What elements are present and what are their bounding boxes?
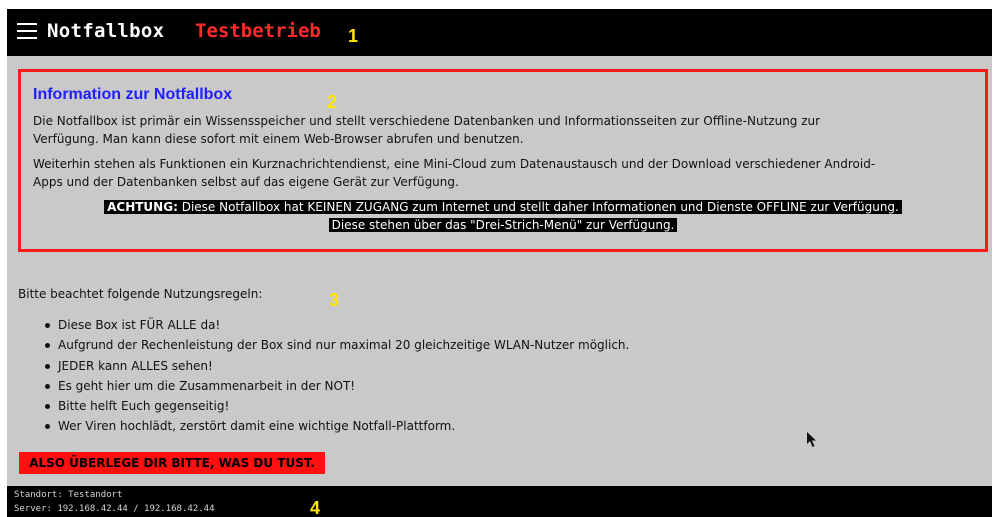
info-paragraph-1-line-1: Die Notfallbox ist primär ein Wissensspe… bbox=[33, 114, 821, 128]
rules-intro: Bitte beachtet folgende Nutzungsregeln: bbox=[18, 287, 263, 301]
list-item: Es geht hier um die Zusammenarbeit in de… bbox=[44, 376, 629, 396]
list-item: Bitte helft Euch gegenseitig! bbox=[44, 396, 629, 416]
page: Notfallbox Testbetrieb 1 Information zur… bbox=[7, 9, 992, 517]
offline-notice: ACHTUNG: Diese Notfallbox hat KEINEN ZUG… bbox=[21, 199, 985, 216]
top-bar: Notfallbox Testbetrieb 1 bbox=[7, 9, 992, 56]
info-paragraph-1: Die Notfallbox ist primär ein Wissensspe… bbox=[33, 113, 973, 148]
list-item: Diese Box ist FÜR ALLE da! bbox=[44, 315, 629, 335]
marker-2: 2 bbox=[327, 92, 338, 112]
list-item: Wer Viren hochlädt, zerstört damit eine … bbox=[44, 416, 629, 436]
offline-notice-line-2: Diese stehen über das "Drei-Strich-Menü"… bbox=[21, 217, 985, 234]
rules-list: Diese Box ist FÜR ALLE da! Aufgrund der … bbox=[44, 315, 629, 437]
footer-server: Server: 192.168.42.44 / 192.168.42.44 bbox=[14, 504, 215, 514]
warning-banner: ALSO ÜBERLEGE DIR BITTE, WAS DU TUST. bbox=[19, 452, 325, 474]
info-paragraph-2-line-2: Apps und der Datenbanken selbst auf das … bbox=[33, 174, 459, 189]
list-item: Aufgrund der Rechenleistung der Box sind… bbox=[44, 335, 629, 355]
info-paragraph-2: Weiterhin stehen als Funktionen ein Kurz… bbox=[33, 156, 973, 191]
app-title: Notfallbox bbox=[47, 20, 165, 42]
mouse-cursor-icon bbox=[807, 432, 816, 447]
info-paragraph-1-line-2: Verfügung. Man kann diese sofort mit ein… bbox=[33, 131, 524, 146]
info-title: Information zur Notfallbox bbox=[33, 86, 233, 103]
footer-standort: Standort: Testandort bbox=[14, 490, 123, 500]
marker-3: 3 bbox=[329, 290, 340, 310]
mode-label: Testbetrieb bbox=[195, 20, 321, 42]
marker-1: 1 bbox=[348, 26, 359, 46]
hamburger-menu-icon[interactable] bbox=[17, 23, 37, 39]
info-paragraph-2-line-1: Weiterhin stehen als Funktionen ein Kurz… bbox=[33, 157, 876, 171]
list-item: JEDER kann ALLES sehen! bbox=[44, 356, 629, 376]
notice-label: ACHTUNG: bbox=[107, 200, 178, 214]
marker-4: 4 bbox=[310, 498, 321, 517]
notice-text: Diese Notfallbox hat KEINEN ZUGANG zum I… bbox=[181, 200, 899, 214]
info-box: Information zur Notfallbox 2 Die Notfall… bbox=[18, 69, 988, 252]
notice-menu-hint: Diese stehen über das "Drei-Strich-Menü"… bbox=[328, 218, 678, 232]
footer-bar: Standort: Testandort Server: 192.168.42.… bbox=[7, 486, 992, 517]
